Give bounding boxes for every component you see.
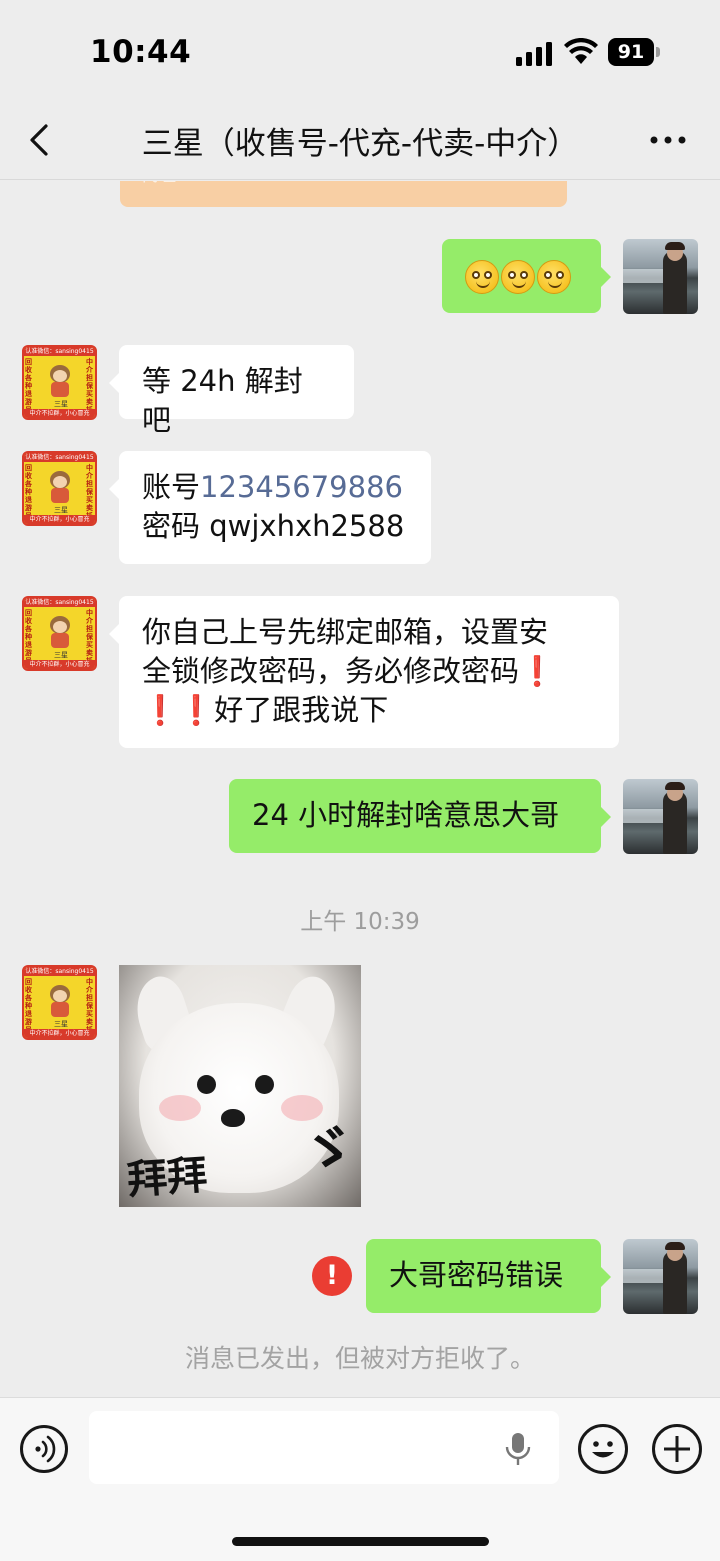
- message-list[interactable]: 代理 认准微信：sansing0415 回收各种退游号 中介担保买卖抵押号 三星…: [0, 181, 720, 1396]
- cut-off-message-bubble[interactable]: 代理: [120, 181, 567, 207]
- message-timestamp: 上午 10:39: [300, 909, 420, 935]
- battery-level: 91: [608, 38, 654, 66]
- mascot-icon: [46, 985, 74, 1019]
- contact-avatar[interactable]: 认准微信：sansing0415 回收各种退游号 中介担保买卖抵押号 三星 中介…: [22, 345, 97, 420]
- emoji-icon[interactable]: [578, 1424, 628, 1474]
- rejected-notice: 消息已发出，但被对方拒收了。: [184, 1344, 535, 1373]
- sent-message-emojis[interactable]: [442, 239, 611, 313]
- account-label: 账号: [142, 470, 201, 504]
- received-message-credentials[interactable]: 账号12345679886 密码 qwjxhxh2588: [109, 451, 431, 564]
- account-number-link[interactable]: 12345679886: [200, 470, 403, 504]
- message-input[interactable]: [89, 1411, 559, 1484]
- received-message[interactable]: 等 24h 解封吧: [109, 345, 354, 437]
- input-bar: [0, 1397, 720, 1561]
- chat-header: 三星（收售号-代充-代卖-中介）: [0, 100, 720, 180]
- contact-avatar[interactable]: 认准微信：sansing0415 回收各种退游号 中介担保买卖抵押号 三星 中介…: [22, 596, 97, 671]
- dog-bye-sticker[interactable]: ゞ 拜拜: [119, 965, 361, 1207]
- status-time: 10:44: [90, 34, 192, 70]
- sticker-mark: ゞ: [296, 1113, 361, 1186]
- received-message-instructions[interactable]: 你自己上号先绑定邮箱，设置安 全锁修改密码，务必修改密码❗ ❗❗好了跟我说下: [109, 596, 619, 748]
- mascot-icon: [46, 616, 74, 650]
- wifi-icon: [564, 38, 598, 64]
- contact-avatar[interactable]: 认准微信：sansing0415 回收各种退游号 中介担保买卖抵押号 三星 中介…: [22, 451, 97, 526]
- mascot-icon: [46, 471, 74, 505]
- chat-title: 三星（收售号-代充-代卖-中介）: [141, 126, 579, 162]
- sent-message-rejected[interactable]: 大哥密码错误: [366, 1239, 611, 1313]
- cut-off-message-text: 代理: [140, 181, 176, 187]
- message-text: 等 24h 解封吧: [142, 364, 303, 437]
- exclamation-emoji-icon: ❗: [178, 693, 215, 727]
- smile-emoji-icon: [501, 260, 535, 294]
- send-failed-icon[interactable]: !: [312, 1256, 352, 1296]
- plus-icon[interactable]: [652, 1424, 702, 1474]
- mic-icon[interactable]: [505, 1431, 531, 1467]
- contact-avatar[interactable]: 认准微信：sansing0415 回收各种退游号 中介担保买卖抵押号 三星 中介…: [22, 965, 97, 1040]
- message-line-1: 你自己上号先绑定邮箱，设置安: [142, 615, 549, 649]
- home-indicator: [232, 1537, 489, 1546]
- password-line: 密码 qwjxhxh2588: [142, 509, 405, 543]
- sticker-caption: 拜拜: [125, 1151, 209, 1204]
- smile-emoji-icon: [465, 260, 499, 294]
- message-text: 大哥密码错误: [389, 1258, 564, 1292]
- message-text: 24 小时解封啥意思大哥: [252, 798, 560, 832]
- exclamation-emoji-icon: ❗: [142, 693, 179, 727]
- my-avatar[interactable]: [623, 1239, 698, 1314]
- battery-icon: 91: [608, 38, 660, 66]
- my-avatar[interactable]: [623, 779, 698, 854]
- exclamation-emoji-icon: ❗: [519, 654, 556, 688]
- message-line-2: 全锁修改密码，务必修改密码❗: [142, 654, 556, 688]
- signal-icon: [516, 42, 552, 66]
- my-avatar[interactable]: [623, 239, 698, 314]
- account-line: 账号12345679886: [142, 468, 408, 507]
- status-bar: 10:44 91: [0, 0, 720, 100]
- battery-cap: [656, 47, 660, 57]
- more-dots-icon[interactable]: [648, 126, 688, 154]
- voice-icon[interactable]: [20, 1425, 68, 1473]
- message-line-3: ❗❗好了跟我说下: [142, 693, 389, 727]
- chevron-left-icon[interactable]: [24, 120, 56, 160]
- smile-emoji-icon: [537, 260, 571, 294]
- sent-message[interactable]: 24 小时解封啥意思大哥: [229, 779, 611, 853]
- mascot-icon: [46, 365, 74, 399]
